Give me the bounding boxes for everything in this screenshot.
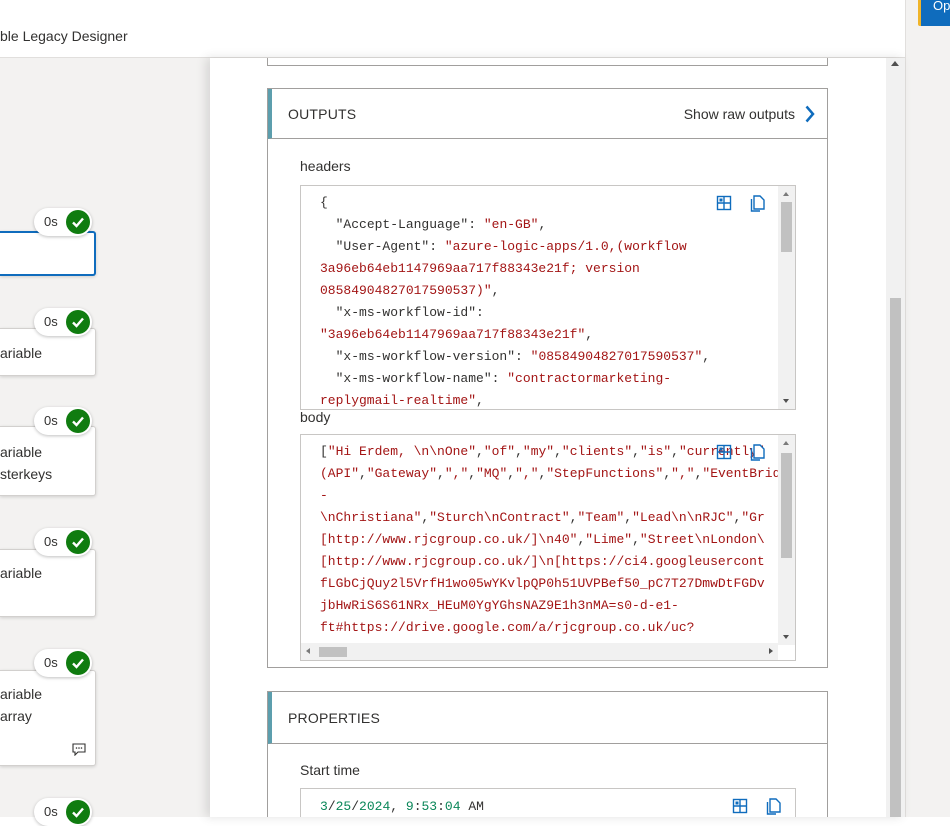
start-time-box[interactable]: 3/25/2024, 9:53:04 AM (300, 788, 796, 817)
properties-title: PROPERTIES (288, 710, 380, 726)
step-card[interactable]: ariable array (0, 670, 96, 766)
headers-scrollbar[interactable] (778, 186, 795, 409)
copy-icon[interactable] (749, 443, 767, 461)
comment-icon[interactable] (72, 743, 86, 761)
headers-json-line: 3a96eb64eb1147969aa717f88343e21f; versio… (320, 261, 640, 276)
headers-json-line: 08584904827017590537)", (320, 283, 500, 298)
check-circle-icon (66, 530, 90, 554)
headers-label: headers (300, 158, 351, 174)
panel-scroll-thumb[interactable] (890, 298, 901, 817)
grid-view-icon[interactable] (715, 194, 733, 212)
step-status-badge: 0s (34, 528, 92, 556)
headers-json-line: replygmail-realtime", (320, 393, 484, 408)
body-json-line: ft#https://drive.google.com/a/rjcgroup.c… (320, 620, 695, 635)
right-side-strip (905, 0, 950, 817)
workflow-canvas[interactable]: 0s ariable 0s ariable sterkeys 0s ariabl… (0, 58, 210, 826)
body-vertical-scrollbar[interactable] (778, 435, 795, 645)
start-time-label: Start time (300, 762, 360, 778)
designer-title: ble Legacy Designer (0, 28, 128, 44)
step-duration: 0s (44, 655, 58, 670)
chevron-right-icon[interactable] (805, 105, 815, 128)
step-card[interactable]: ariable sterkeys (0, 426, 96, 496)
headers-json: { "Accept-Language": "en-GB", "User-Agen… (320, 192, 711, 409)
headers-json-line: { (320, 195, 328, 210)
panel-scrollbar[interactable] (886, 58, 905, 817)
body-label: body (300, 409, 331, 425)
step-duration: 0s (44, 413, 58, 428)
run-details-panel[interactable]: OUTPUTS Show raw outputs headers { "Acce… (210, 58, 905, 817)
body-json-line: [http://www.rjcgroup.co.uk/]\n40","Lime"… (320, 532, 765, 547)
headers-code-box[interactable]: { "Accept-Language": "en-GB", "User-Agen… (300, 185, 796, 410)
body-horizontal-scrollbar[interactable] (301, 643, 778, 660)
body-hscroll-thumb[interactable] (319, 647, 347, 657)
headers-json-line: "User-Agent": "azure-logic-apps/1.0,(wor… (335, 239, 687, 254)
step-label: ariable (0, 565, 43, 581)
check-circle-icon (66, 210, 90, 234)
body-json-line: \nChristiana","Sturch\nContract","Team",… (320, 510, 765, 525)
grid-view-icon[interactable] (731, 797, 749, 815)
step-status-badge: 0s (34, 649, 92, 677)
headers-json-line: "x-ms-workflow-id": (335, 305, 484, 320)
step-label: ariable (0, 444, 43, 460)
body-json-line: jbHwRiS6S61NRx_HEuM0YgYGhsNAZ9E1h3nMA=s0… (320, 598, 679, 613)
body-json-line: fLGbCjQuy2l5VrfH1wo05wYKvlpQP0h51UVPBef5… (320, 576, 765, 591)
grid-view-icon[interactable] (715, 443, 733, 461)
check-circle-icon (66, 310, 90, 334)
step-label-line2: array (0, 708, 32, 724)
step-status-badge: 0s (34, 407, 92, 435)
body-scroll-thumb[interactable] (781, 453, 792, 558)
show-raw-outputs-link[interactable]: Show raw outputs (684, 106, 795, 122)
step-label: ariable (0, 345, 43, 361)
copy-icon[interactable] (749, 194, 767, 212)
step-duration: 0s (44, 314, 58, 329)
previous-section (267, 58, 828, 66)
step-card[interactable] (0, 231, 96, 276)
step-card[interactable]: ariable (0, 549, 96, 617)
top-action-button[interactable]: Op (918, 0, 950, 26)
outputs-section: OUTPUTS Show raw outputs headers { "Acce… (267, 88, 828, 668)
step-status-badge: 0s (34, 798, 92, 826)
outputs-header: OUTPUTS Show raw outputs (268, 89, 827, 139)
start-time-line: 3/25/2024, 9:53:04 AM (320, 799, 484, 814)
headers-scroll-thumb[interactable] (781, 202, 792, 252)
body-json-line: [http://www.rjcgroup.co.uk/]\n[https://c… (320, 554, 765, 569)
headers-json-line: "x-ms-workflow-version": "08584904827017… (335, 349, 711, 364)
outputs-title: OUTPUTS (288, 106, 357, 122)
properties-section: PROPERTIES Start time 3/25/2024, 9:53:04… (267, 691, 828, 817)
properties-header: PROPERTIES (268, 692, 827, 744)
start-time-value: 3/25/2024, 9:53:04 AM (320, 796, 484, 817)
check-circle-icon (66, 409, 90, 433)
step-label-line2: sterkeys (0, 466, 53, 482)
scroll-up-arrow-icon[interactable] (891, 61, 899, 66)
body-code-box[interactable]: ["Hi Erdem, \n\nOne","of","my","clients"… (300, 434, 796, 661)
headers-json-line: "x-ms-workflow-name": "contractormarketi… (335, 371, 672, 386)
step-status-badge: 0s (34, 308, 92, 336)
body-json: ["Hi Erdem, \n\nOne","of","my","clients"… (320, 441, 795, 639)
designer-header: ble Legacy Designer (0, 0, 905, 58)
copy-icon[interactable] (765, 797, 783, 815)
body-json-line: - (320, 488, 328, 503)
step-status-badge: 0s (34, 208, 92, 236)
headers-json-line: "3a96eb64eb1147969aa717f88343e21f", (320, 327, 594, 342)
check-circle-icon (66, 800, 90, 824)
step-duration: 0s (44, 534, 58, 549)
headers-json-line: "Accept-Language": "en-GB", (335, 217, 547, 232)
step-duration: 0s (44, 214, 58, 229)
step-label: ariable (0, 686, 43, 702)
check-circle-icon (66, 651, 90, 675)
body-json-line: (API","Gateway",",","MQ",",","StepFuncti… (320, 466, 795, 481)
